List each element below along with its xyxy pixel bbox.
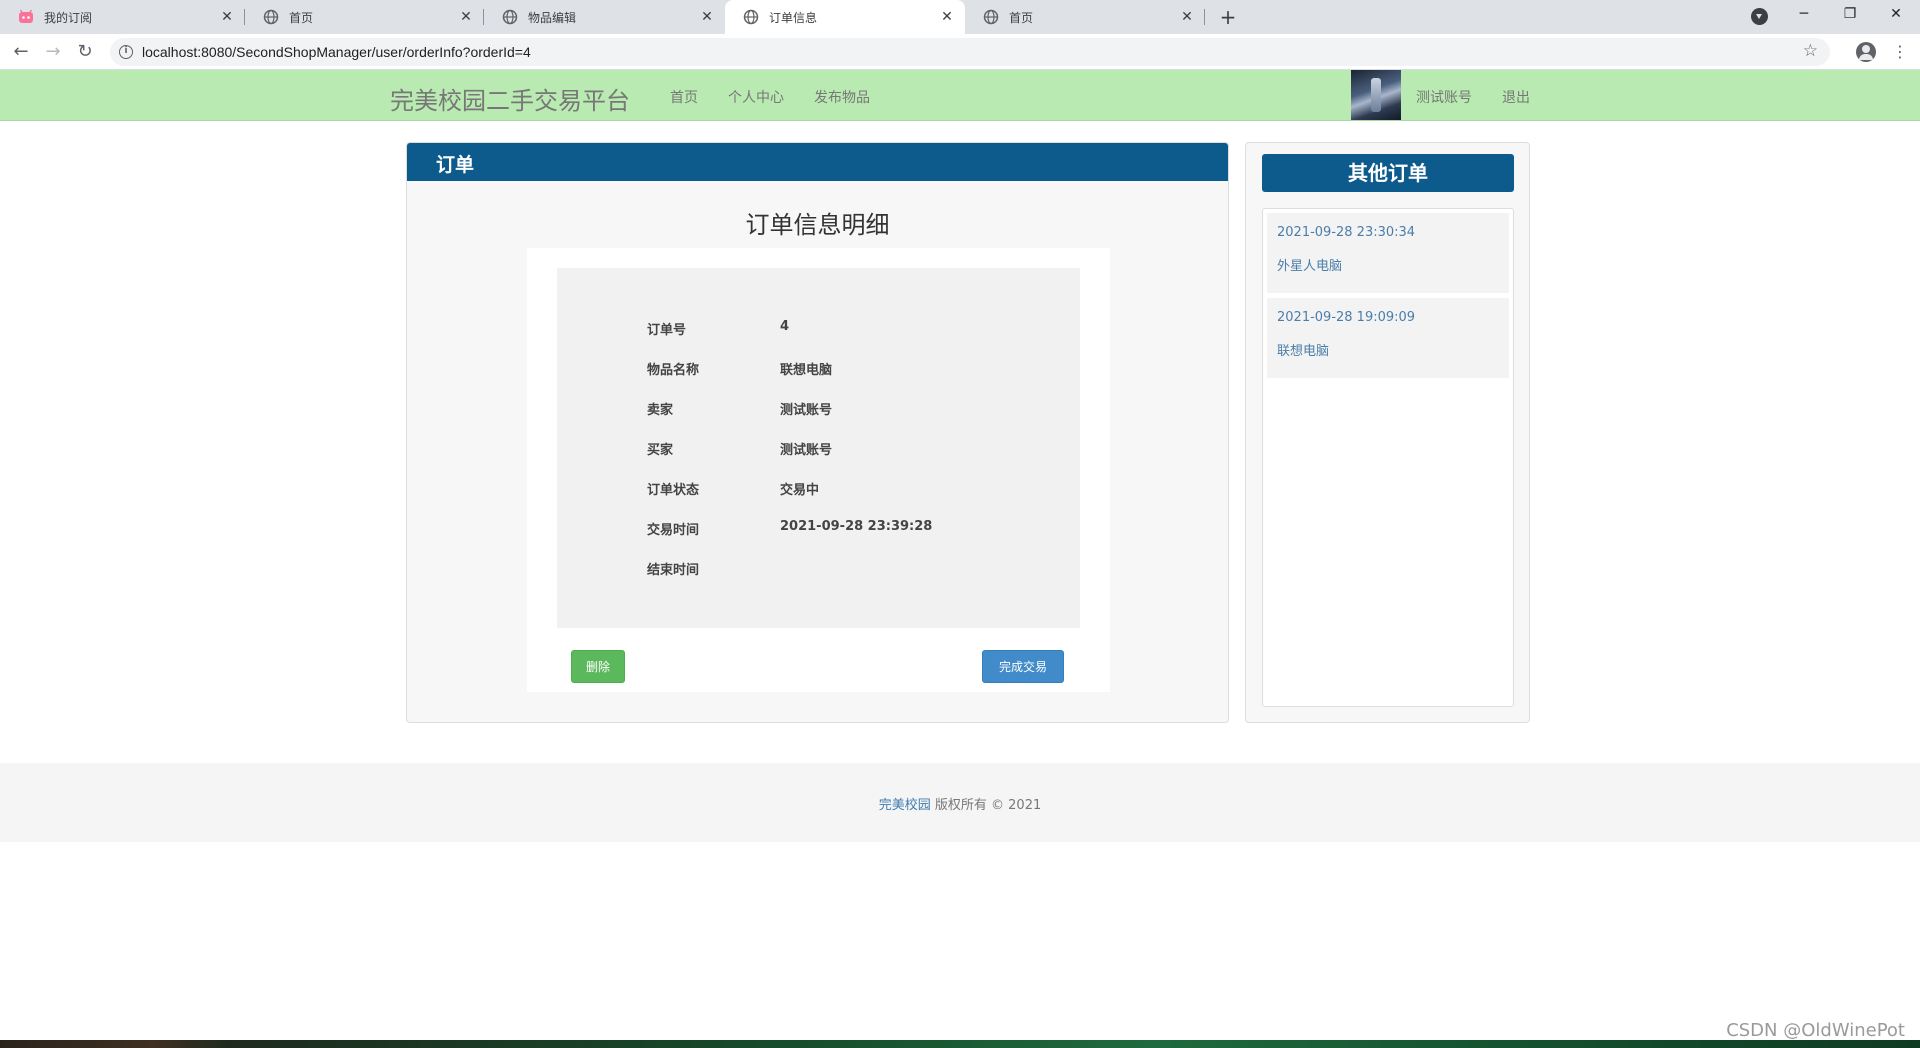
order-detail-card: 订单号 4 物品名称 联想电脑 卖家 测试账号 买家 测试账号 订单状态 交易中… xyxy=(527,248,1110,692)
complete-trade-button[interactable]: 完成交易 xyxy=(982,650,1064,683)
csdn-watermark: CSDN @OldWinePot xyxy=(1726,1020,1905,1041)
forward-arrow-icon[interactable]: → xyxy=(41,40,65,64)
order-fields-box: 订单号 4 物品名称 联想电脑 卖家 测试账号 买家 测试账号 订单状态 交易中… xyxy=(557,268,1080,628)
other-orders-panel: 其他订单 2021-09-28 23:30:34 外星人电脑 2021-09-2… xyxy=(1245,142,1530,723)
footer-text: 完美校园 版权所有 © 2021 xyxy=(0,794,1920,813)
profile-avatar-icon[interactable] xyxy=(1856,42,1876,62)
tab-label: 首页 xyxy=(289,10,314,25)
field-label: 订单状态 xyxy=(647,483,700,498)
close-tab-icon[interactable]: ✕ xyxy=(1179,9,1195,25)
other-orders-list: 2021-09-28 23:30:34 外星人电脑 2021-09-28 19:… xyxy=(1262,208,1514,707)
field-value: 测试账号 xyxy=(780,443,833,458)
field-label: 买家 xyxy=(647,443,674,458)
browser-toolbar: ← → ↻ i localhost:8080/SecondShopManager… xyxy=(0,34,1920,70)
other-order-date[interactable]: 2021-09-28 23:30:34 xyxy=(1277,225,1415,240)
bookmark-star-icon[interactable]: ☆ xyxy=(1803,41,1818,61)
other-order-name[interactable]: 联想电脑 xyxy=(1277,340,1329,359)
globe-icon xyxy=(502,9,518,25)
order-detail-title: 订单信息明细 xyxy=(745,211,890,239)
close-tab-icon[interactable]: ✕ xyxy=(458,9,474,25)
close-tab-icon[interactable]: ✕ xyxy=(939,9,955,25)
browser-tab-strip: 我的订阅 ✕ 首页 ✕ 物品编辑 ✕ 订单信息 ✕ 首页 ✕ + ─ ❐ ✕ xyxy=(0,0,1920,34)
field-label: 卖家 xyxy=(647,403,674,418)
browser-tab[interactable]: 我的订阅 ✕ xyxy=(0,0,245,34)
other-order-item[interactable]: 2021-09-28 23:30:34 外星人电脑 xyxy=(1267,213,1509,293)
field-value: 2021-09-28 23:39:28 xyxy=(780,519,933,534)
other-order-date[interactable]: 2021-09-28 19:09:09 xyxy=(1277,310,1415,325)
new-tab-plus-icon[interactable]: + xyxy=(1216,5,1240,29)
desktop-taskbar-strip xyxy=(0,1040,1920,1048)
minimize-icon[interactable]: ─ xyxy=(1781,0,1827,30)
restore-icon[interactable]: ❐ xyxy=(1827,0,1873,30)
close-window-icon[interactable]: ✕ xyxy=(1873,0,1919,30)
close-tab-icon[interactable]: ✕ xyxy=(699,9,715,25)
bilibili-favicon-icon xyxy=(19,9,33,23)
url-text[interactable]: localhost:8080/SecondShopManager/user/or… xyxy=(142,44,531,60)
field-label: 交易时间 xyxy=(647,523,700,538)
order-panel-header: 订单 xyxy=(407,143,1228,181)
nav-home-link[interactable]: 首页 xyxy=(670,87,698,107)
nav-logout-link[interactable]: 退出 xyxy=(1502,87,1530,107)
footer-copyright: 版权所有 © 2021 xyxy=(930,798,1042,813)
globe-icon xyxy=(743,9,759,25)
other-order-name[interactable]: 外星人电脑 xyxy=(1277,255,1342,274)
tab-label: 我的订阅 xyxy=(44,10,93,25)
delete-button[interactable]: 删除 xyxy=(571,650,625,683)
browser-tab[interactable]: 物品编辑 ✕ xyxy=(484,0,725,34)
site-navbar: 完美校园二手交易平台 首页 个人中心 发布物品 测试账号 退出 xyxy=(0,70,1920,121)
menu-kebab-icon[interactable]: ⋮ xyxy=(1890,42,1910,62)
user-avatar[interactable] xyxy=(1351,70,1401,120)
other-orders-title: 其他订单 xyxy=(1262,154,1514,192)
field-value: 联想电脑 xyxy=(780,363,833,378)
tab-separator xyxy=(1204,9,1205,25)
site-brand[interactable]: 完美校园二手交易平台 xyxy=(390,81,630,116)
field-label: 物品名称 xyxy=(647,363,700,378)
globe-icon xyxy=(263,9,279,25)
nav-profile-link[interactable]: 个人中心 xyxy=(728,87,784,107)
tab-label: 物品编辑 xyxy=(528,10,577,25)
tab-label: 订单信息 xyxy=(769,10,818,25)
field-value: 交易中 xyxy=(780,483,820,498)
globe-icon xyxy=(983,9,999,25)
order-panel-title: 订单 xyxy=(436,154,475,176)
browser-tab-active[interactable]: 订单信息 ✕ xyxy=(725,0,965,34)
tab-label: 首页 xyxy=(1009,10,1034,25)
close-tab-icon[interactable]: ✕ xyxy=(219,9,235,25)
other-order-item[interactable]: 2021-09-28 19:09:09 联想电脑 xyxy=(1267,298,1509,378)
field-value: 4 xyxy=(780,319,790,334)
browser-tab[interactable]: 首页 ✕ xyxy=(965,0,1205,34)
site-footer: 完美校园 版权所有 © 2021 xyxy=(0,763,1920,842)
browser-tab[interactable]: 首页 ✕ xyxy=(245,0,484,34)
site-info-icon[interactable]: i xyxy=(119,45,133,59)
field-label: 结束时间 xyxy=(647,563,700,578)
nav-user-link[interactable]: 测试账号 xyxy=(1416,87,1472,107)
reload-icon[interactable]: ↻ xyxy=(73,40,97,64)
footer-link[interactable]: 完美校园 xyxy=(879,798,931,813)
field-value: 测试账号 xyxy=(780,403,833,418)
back-arrow-icon[interactable]: ← xyxy=(9,40,33,64)
nav-publish-link[interactable]: 发布物品 xyxy=(814,87,870,107)
order-panel: 订单 订单信息明细 订单号 4 物品名称 联想电脑 卖家 测试账号 买家 测试账… xyxy=(406,142,1229,723)
address-bar[interactable]: i localhost:8080/SecondShopManager/user/… xyxy=(110,38,1830,66)
tab-search-icon[interactable] xyxy=(1751,8,1768,25)
field-label: 订单号 xyxy=(647,323,687,338)
